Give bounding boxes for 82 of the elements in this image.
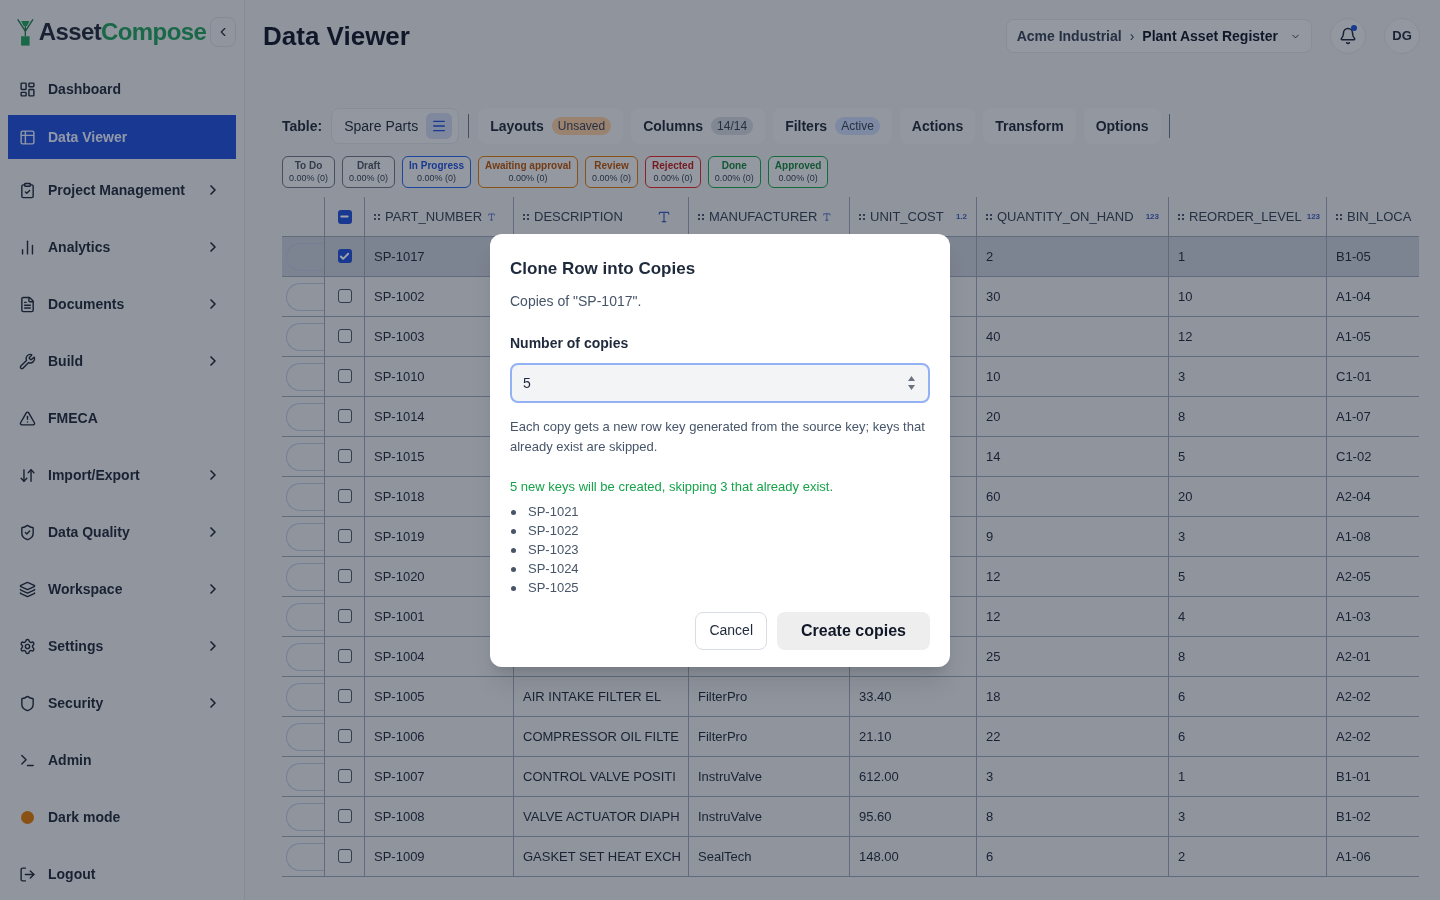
table-cell: SP-1006 bbox=[365, 717, 514, 756]
table-cell: SP-1009 bbox=[365, 837, 514, 876]
table-cell: CONTROL VALVE POSITI bbox=[514, 757, 689, 796]
table-cell: 2 bbox=[977, 237, 1169, 276]
table-cell: 25 bbox=[977, 637, 1169, 676]
table-cell-text: A2-02 bbox=[1335, 727, 1372, 746]
table-label: Table: bbox=[282, 116, 323, 136]
table-cell: COMPRESSOR OIL FILTE bbox=[514, 717, 689, 756]
table-cell: 9 bbox=[977, 517, 1169, 556]
table-cell: SP-1008 bbox=[365, 797, 514, 836]
table-cell: 21.10 bbox=[850, 717, 977, 756]
table-cell-text: A1-06 bbox=[1335, 847, 1372, 866]
table-cell-text: A2-01 bbox=[1335, 647, 1372, 666]
table-cell-text: A2-04 bbox=[1335, 487, 1372, 506]
table-cell: 6 bbox=[1169, 717, 1327, 756]
table-cell: 148.00 bbox=[850, 837, 977, 876]
table-cell: 1 bbox=[1169, 237, 1327, 276]
table-cell: 95.60 bbox=[850, 797, 977, 836]
number-type-label: 123 bbox=[1145, 210, 1159, 223]
table-cell-text: A2-02 bbox=[1335, 687, 1372, 706]
table-cell: GASKET SET HEAT EXCH bbox=[514, 837, 689, 876]
table-cell: 5 bbox=[1169, 437, 1327, 476]
table-cell-text: B1-02 bbox=[1335, 807, 1372, 826]
new-key: SP-1023 bbox=[528, 540, 579, 560]
table-cell: 6 bbox=[1169, 677, 1327, 716]
table-cell-text: A2-05 bbox=[1335, 567, 1372, 586]
table-cell: 8 bbox=[977, 797, 1169, 836]
table-cell: AIR INTAKE FILTER EL bbox=[514, 677, 689, 716]
number-type-label: 1.2 bbox=[955, 210, 967, 223]
table-cell-text: C1-02 bbox=[1335, 447, 1373, 466]
table-cell: FilterPro bbox=[689, 717, 850, 756]
table-cell: 12 bbox=[977, 557, 1169, 596]
table-cell-text: A1-07 bbox=[1335, 407, 1372, 426]
toolbar-badge: 14/14 bbox=[711, 117, 754, 135]
table-cell: 3 bbox=[1169, 797, 1327, 836]
table-cell: 18 bbox=[977, 677, 1169, 716]
table-cell: 8 bbox=[1169, 637, 1327, 676]
table-cell: InstruValve bbox=[689, 797, 850, 836]
table-cell: 2 bbox=[1169, 837, 1327, 876]
table-cell-text: A1-08 bbox=[1335, 527, 1372, 546]
table-cell: 14 bbox=[977, 437, 1169, 476]
table-cell-text: B1-01 bbox=[1335, 767, 1372, 786]
table-cell: 30 bbox=[977, 277, 1169, 316]
table-cell-text: C1-01 bbox=[1335, 367, 1373, 386]
table-cell-text: A1-05 bbox=[1335, 327, 1372, 346]
table-cell: InstruValve bbox=[689, 757, 850, 796]
new-key: SP-1022 bbox=[528, 521, 579, 541]
number-type-label: 123 bbox=[1306, 210, 1321, 223]
table-cell: 10 bbox=[977, 357, 1169, 396]
table-cell: 12 bbox=[977, 597, 1169, 636]
new-key: SP-1021 bbox=[528, 502, 579, 522]
table-cell: 22 bbox=[977, 717, 1169, 756]
new-key: SP-1025 bbox=[528, 578, 579, 598]
table-cell-text: A1-03 bbox=[1335, 607, 1372, 626]
table-cell: 3 bbox=[1169, 357, 1327, 396]
table-cell: 60 bbox=[977, 477, 1169, 516]
page-title: Data Viewer bbox=[263, 19, 410, 53]
table-cell: 8 bbox=[1169, 397, 1327, 436]
table-cell: 4 bbox=[1169, 597, 1327, 636]
table-cell: VALVE ACTUATOR DIAPH bbox=[514, 797, 689, 836]
table-cell: SP-1005 bbox=[365, 677, 514, 716]
table-cell: 1 bbox=[1169, 757, 1327, 796]
toolbar-badge: Active bbox=[835, 117, 880, 135]
table-cell: 10 bbox=[1169, 277, 1327, 316]
table-cell: 612.00 bbox=[850, 757, 977, 796]
toolbar-badge: Unsaved bbox=[551, 117, 612, 135]
table-cell: 33.40 bbox=[850, 677, 977, 716]
table-cell: SP-1007 bbox=[365, 757, 514, 796]
table-cell: 3 bbox=[977, 757, 1169, 796]
table-cell: 20 bbox=[977, 397, 1169, 436]
table-cell: 12 bbox=[1169, 317, 1327, 356]
table-cell-text: A1-04 bbox=[1335, 287, 1372, 306]
table-cell: SealTech bbox=[689, 837, 850, 876]
table-cell: 5 bbox=[1169, 557, 1327, 596]
table-cell: 40 bbox=[977, 317, 1169, 356]
table-cell: 20 bbox=[1169, 477, 1327, 516]
table-cell: 6 bbox=[977, 837, 1169, 876]
table-cell: 3 bbox=[1169, 517, 1327, 556]
new-key: SP-1024 bbox=[528, 559, 579, 579]
table-cell-text: B1-05 bbox=[1335, 247, 1372, 266]
brand-name: AssetCompose bbox=[38, 16, 207, 47]
table-cell: FilterPro bbox=[689, 677, 850, 716]
